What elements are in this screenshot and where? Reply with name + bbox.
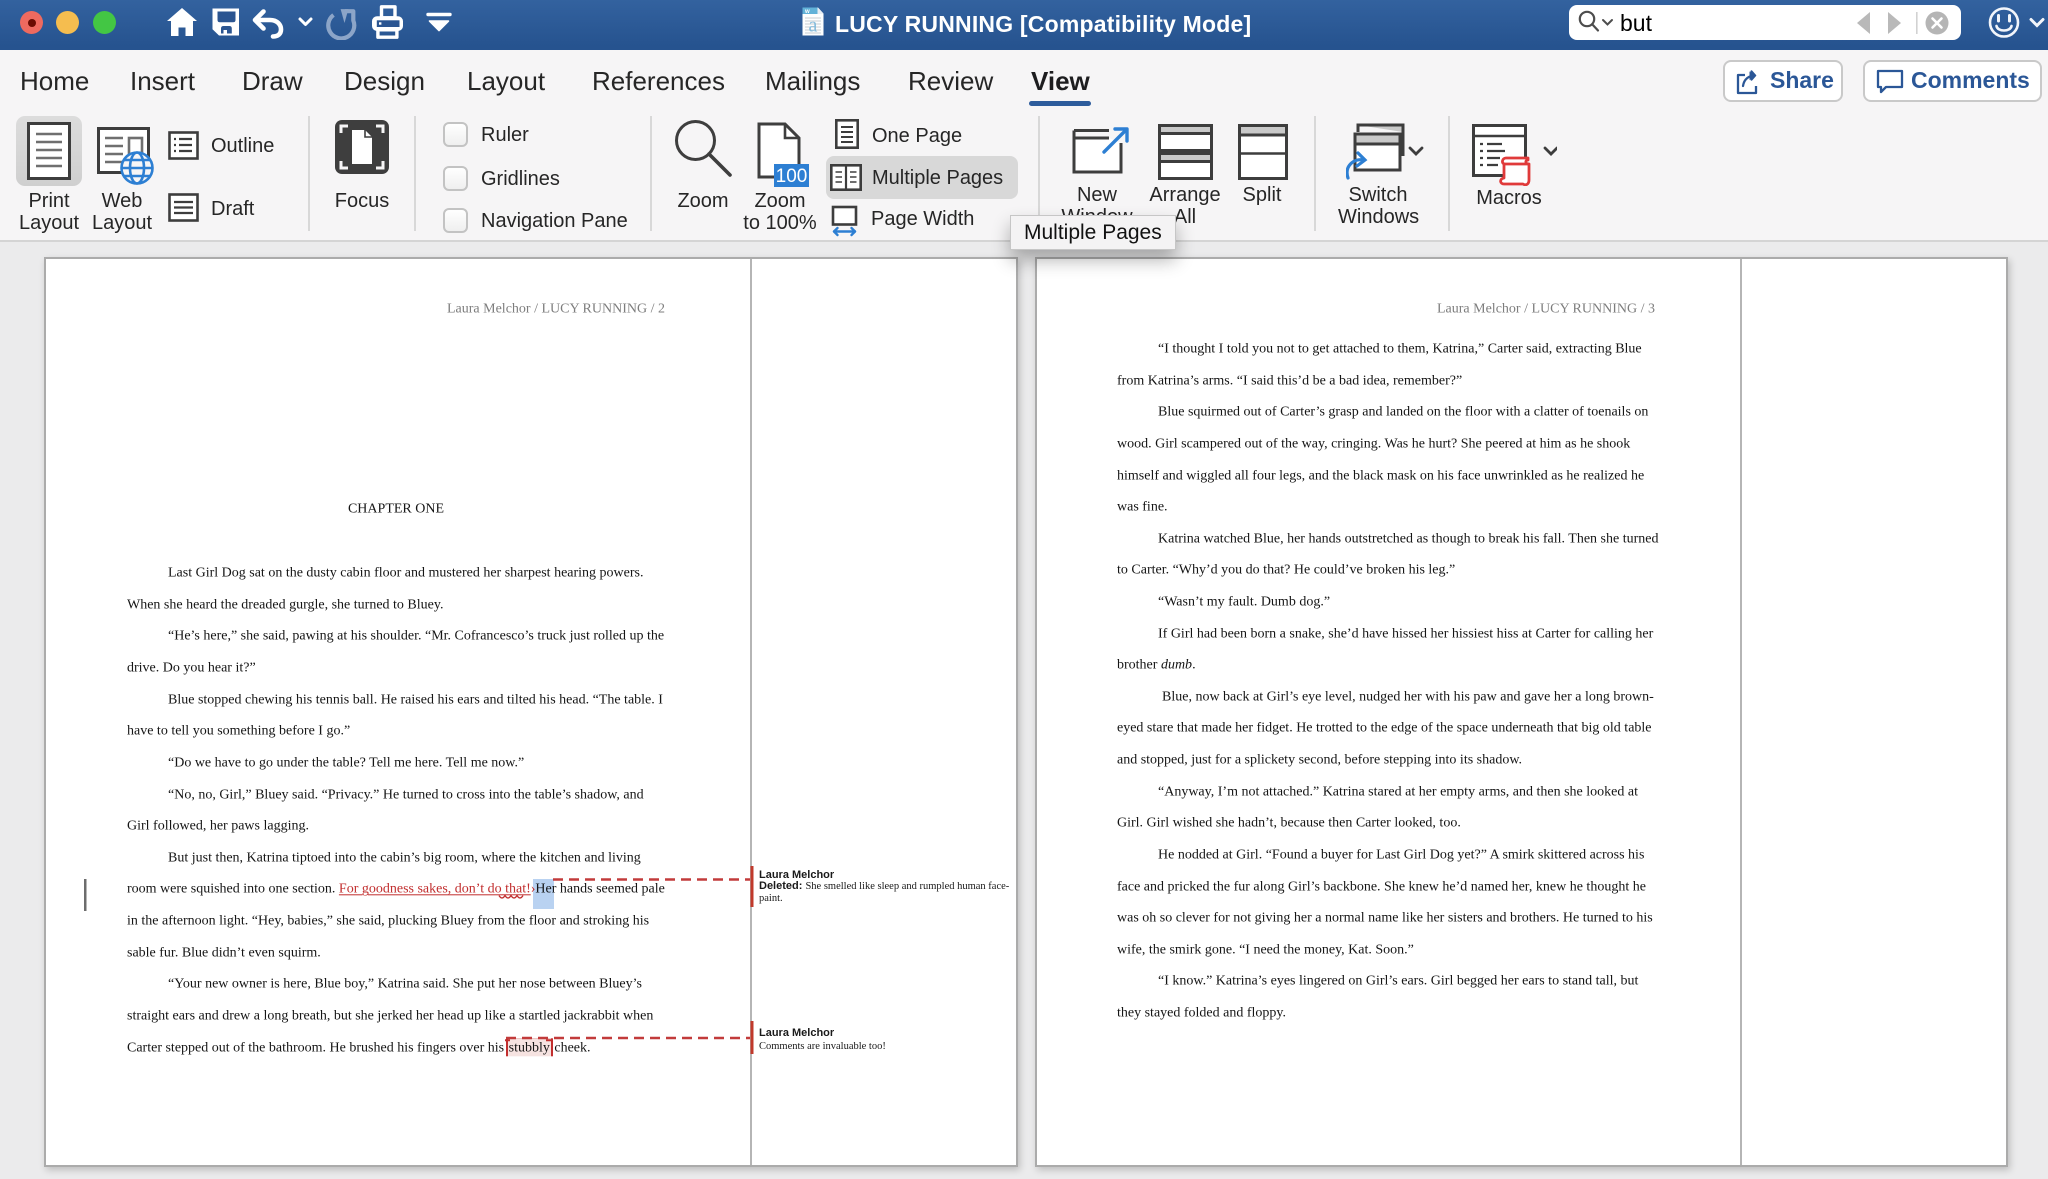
svg-text:a: a	[809, 15, 818, 37]
svg-text:100: 100	[776, 166, 808, 187]
